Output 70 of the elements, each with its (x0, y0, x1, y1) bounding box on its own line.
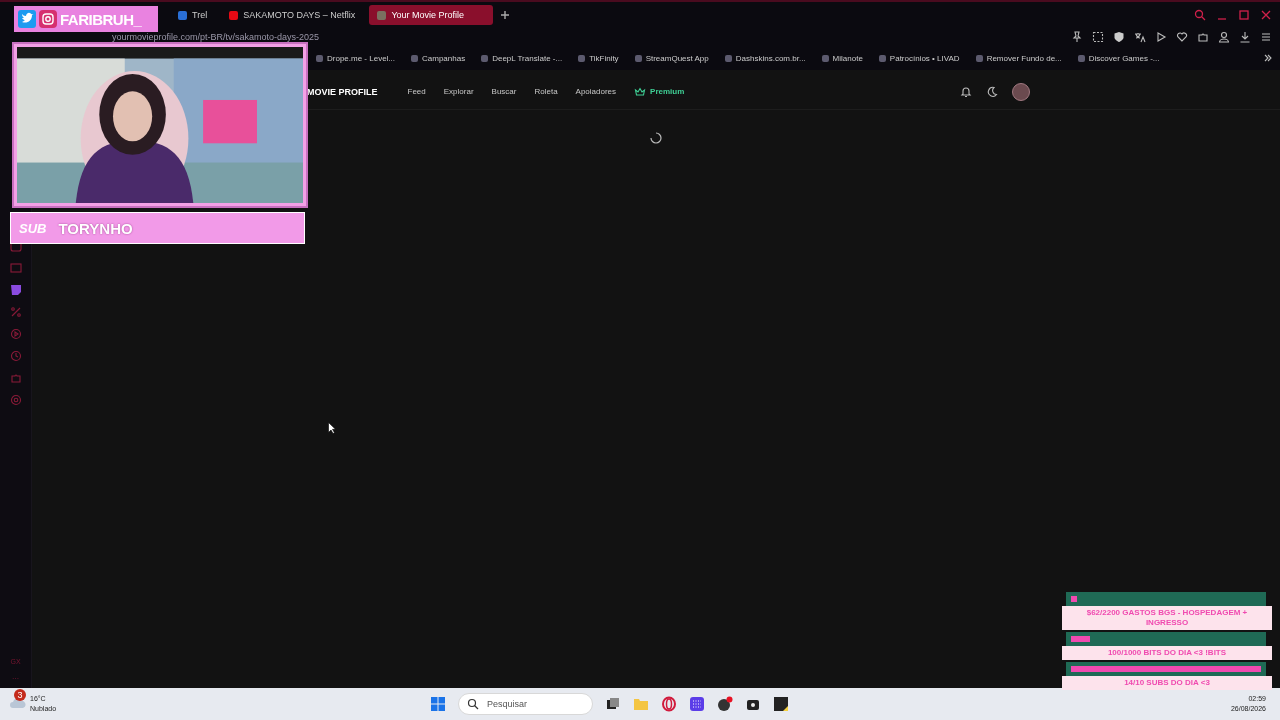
bookmark-link[interactable]: TikFinity (578, 53, 619, 63)
search-field[interactable]: Pesquisar (458, 693, 593, 715)
browser-icon[interactable] (661, 696, 677, 712)
favicon-icon (229, 10, 239, 20)
profile-icon[interactable] (1218, 31, 1230, 43)
address-field[interactable]: yourmovieprofile.com/pt-BR/tv/sakamoto-days-2025 (112, 32, 320, 42)
favicon-icon (578, 54, 586, 62)
favicon-icon (975, 54, 983, 62)
search-icon (467, 698, 479, 710)
bookmark-link[interactable]: Milanote (821, 53, 863, 63)
menu-icon[interactable] (1260, 31, 1272, 43)
channel-handle: FARIBRUH_ (60, 10, 142, 28)
browser-tab[interactable]: Trel (170, 5, 216, 25)
browser-tab[interactable]: SAKAMOTO DAYS – Netflix (221, 5, 364, 25)
heart-icon[interactable] (1176, 31, 1188, 43)
favicon-icon (1077, 54, 1085, 62)
more-bookmarks-icon[interactable] (1262, 52, 1274, 64)
premium-link[interactable]: Premium (634, 85, 685, 98)
twitch-icon[interactable] (9, 284, 22, 296)
goal-text: 14/10 SUBS DO DIA <3 (1062, 676, 1272, 690)
task-view-icon[interactable] (605, 696, 621, 712)
goal-text: 100/1000 BITS DO DIA <3 !BITS (1062, 646, 1272, 660)
bookmark-link[interactable]: Dashskins.com.br... (724, 53, 806, 63)
bird-icon (18, 10, 36, 28)
nav-link[interactable]: Feed (407, 87, 426, 96)
close-icon[interactable] (1260, 9, 1272, 21)
favicon-icon (316, 54, 323, 62)
start-icon[interactable] (430, 696, 446, 712)
pointer-icon (328, 422, 336, 434)
nav-link[interactable]: Explorar (443, 87, 474, 96)
nav-link[interactable]: Buscar (491, 87, 517, 96)
bookmark-link[interactable]: Remover Fundo de... (975, 53, 1062, 63)
moon-icon[interactable] (986, 85, 998, 98)
nav-link[interactable]: Roleta (534, 87, 558, 96)
favicon-icon (481, 54, 489, 62)
bookmark-link[interactable]: Discover Games -... (1077, 53, 1160, 63)
app-grid-icon[interactable] (689, 696, 705, 712)
favicon-icon (377, 10, 387, 20)
bookmark-link[interactable]: Campanhas (411, 53, 466, 63)
favicon-icon (411, 54, 419, 62)
favicon-icon (178, 10, 187, 20)
goal-text: $62/2200 GASTOS BGS - HOSPEDAGEM + INGRESSO (1062, 606, 1272, 630)
subscriber-name: TORYNHO (58, 219, 133, 237)
bookmark-link[interactable]: Drope.me - Level... (316, 53, 396, 63)
pin-icon[interactable] (1071, 31, 1083, 43)
shield-icon[interactable] (1113, 31, 1125, 43)
crown-icon (634, 85, 647, 98)
translate-icon[interactable] (1134, 31, 1146, 43)
bookmark-link[interactable]: StreamQuest App (634, 53, 709, 63)
nav-link[interactable]: Apoiadores (575, 87, 617, 96)
favicon-icon (724, 54, 732, 62)
play-icon[interactable] (1155, 31, 1167, 43)
search-icon[interactable] (1194, 9, 1206, 21)
download-icon[interactable] (1239, 31, 1251, 43)
bell-icon[interactable] (960, 85, 972, 98)
snapshot-icon[interactable] (1092, 31, 1104, 43)
bookmark-link[interactable]: Patrocínios • LIVAD (878, 53, 960, 63)
maximize-icon[interactable] (1238, 9, 1250, 21)
favicon-icon (821, 54, 829, 62)
camera-icon (39, 10, 57, 28)
avatar[interactable] (1012, 82, 1030, 101)
site-logo[interactable]: MOVIE PROFILE (307, 86, 378, 97)
loading-spinner-icon (650, 132, 662, 144)
notification-badge: 3 (14, 689, 26, 701)
sub-label: SUB (19, 220, 47, 236)
new-tab-icon[interactable] (499, 9, 512, 21)
browser-tab[interactable]: Your Movie Profile (369, 5, 494, 25)
favicon-icon (634, 54, 642, 62)
favicon-icon (878, 54, 886, 62)
bookmark-link[interactable]: DeepL Translate -... (481, 53, 563, 63)
